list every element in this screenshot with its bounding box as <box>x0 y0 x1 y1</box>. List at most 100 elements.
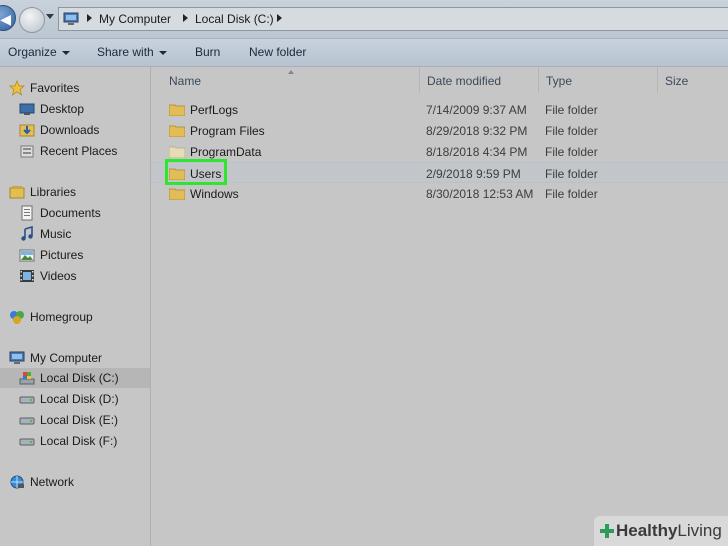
file-date: 8/18/2018 4:34 PM <box>426 145 528 159</box>
list-item[interactable]: PerfLogs 7/14/2009 9:37 AM File folder <box>151 99 728 120</box>
sidebar-item-local-disk-f[interactable]: Local Disk (F:) <box>0 431 150 451</box>
sidebar-item-label: Downloads <box>40 123 100 137</box>
file-type: File folder <box>545 103 598 117</box>
sidebar-item-label: My Computer <box>30 351 103 365</box>
plus-icon <box>600 524 614 538</box>
organize-button[interactable]: Organize <box>8 45 70 59</box>
navigation-pane: Favorites Desktop Downloads Recent Place… <box>0 67 151 546</box>
list-item[interactable]: ProgramData 8/18/2018 4:34 PM File folde… <box>151 141 728 162</box>
computer-icon <box>63 12 79 25</box>
share-with-button[interactable]: Share with <box>97 45 167 59</box>
forward-button[interactable] <box>19 7 45 33</box>
file-name: Users <box>190 167 222 181</box>
sidebar-item-label: Videos <box>40 269 77 283</box>
network-icon <box>10 475 24 489</box>
sidebar-item-my-computer[interactable]: My Computer <box>0 348 150 368</box>
sidebar-item-label: Network <box>30 475 75 489</box>
share-with-label: Share with <box>97 45 154 59</box>
command-toolbar: Organize Share with Burn New folder <box>0 39 728 67</box>
file-date: 8/30/2018 12:53 AM <box>426 187 534 201</box>
address-bar: ◀ My Computer Local Disk (C:) <box>0 0 728 39</box>
new-folder-button[interactable]: New folder <box>249 45 306 59</box>
file-name: ProgramData <box>190 145 262 159</box>
downloads-icon <box>19 124 35 137</box>
breadcrumb-my-computer[interactable]: My Computer <box>99 12 171 26</box>
file-type: File folder <box>545 187 598 201</box>
list-item-users[interactable]: Users 2/9/2018 9:59 PM File folder <box>151 159 728 185</box>
sidebar-item-label: Recent Places <box>40 144 118 158</box>
sidebar-item-favorites[interactable]: Favorites <box>0 78 150 98</box>
column-header-label: Size <box>665 74 689 88</box>
list-item[interactable]: Windows 8/30/2018 12:53 AM File folder <box>151 183 728 204</box>
back-button[interactable]: ◀ <box>0 5 16 31</box>
column-header-type[interactable]: Type <box>538 67 657 93</box>
column-header-label: Date modified <box>427 74 502 88</box>
watermark: HealthyLiving <box>594 516 728 546</box>
folder-icon <box>169 188 185 200</box>
libraries-icon <box>9 186 25 199</box>
sidebar-item-label: Documents <box>40 206 101 220</box>
sidebar-item-recent-places[interactable]: Recent Places <box>0 141 150 161</box>
star-icon <box>9 80 25 96</box>
sidebar-item-label: Local Disk (D:) <box>40 392 119 406</box>
sidebar-item-desktop[interactable]: Desktop <box>0 99 150 119</box>
column-header-date-modified[interactable]: Date modified <box>419 67 538 93</box>
homegroup-icon <box>10 311 24 324</box>
recent-pages-dropdown[interactable] <box>46 14 54 19</box>
sidebar-item-label: Local Disk (C:) <box>40 371 119 385</box>
burn-label: Burn <box>195 45 221 59</box>
sidebar-item-videos[interactable]: Videos <box>0 266 150 286</box>
recent-places-icon <box>20 145 34 158</box>
drive-icon <box>19 396 35 404</box>
file-date: 8/29/2018 9:32 PM <box>426 124 528 138</box>
videos-icon <box>20 270 34 282</box>
sidebar-item-label: Local Disk (F:) <box>40 434 118 448</box>
sidebar-item-local-disk-c[interactable]: Local Disk (C:) <box>0 368 150 388</box>
file-name: Program Files <box>190 124 265 138</box>
sidebar-item-label: Favorites <box>30 81 80 95</box>
file-date: 2/9/2018 9:59 PM <box>426 167 521 181</box>
chevron-down-icon <box>158 50 167 55</box>
breadcrumb-local-disk-c[interactable]: Local Disk (C:) <box>195 12 274 26</box>
column-header-label: Name <box>169 74 202 88</box>
file-list: Name Date modified Type Size PerfLogs 7/… <box>151 67 728 546</box>
column-header-label: Type <box>546 74 573 88</box>
sidebar-item-documents[interactable]: Documents <box>0 203 150 223</box>
column-header-name[interactable]: Name <box>161 67 419 93</box>
sidebar-item-label: Homegroup <box>30 310 93 324</box>
computer-icon <box>9 351 25 364</box>
list-item[interactable]: Program Files 8/29/2018 9:32 PM File fol… <box>151 120 728 141</box>
sidebar-item-libraries[interactable]: Libraries <box>0 182 150 202</box>
sidebar-item-local-disk-d[interactable]: Local Disk (D:) <box>0 389 150 409</box>
burn-button[interactable]: Burn <box>195 45 220 59</box>
watermark-text: HealthyLiving <box>616 521 722 540</box>
folder-icon <box>169 125 185 137</box>
sidebar-item-homegroup[interactable]: Homegroup <box>0 307 150 327</box>
sidebar-item-local-disk-e[interactable]: Local Disk (E:) <box>0 410 150 430</box>
address-field[interactable]: My Computer Local Disk (C:) <box>58 7 728 31</box>
file-type: File folder <box>545 145 598 159</box>
file-date: 7/14/2009 9:37 AM <box>426 103 527 117</box>
new-folder-label: New folder <box>249 45 307 59</box>
file-name: PerfLogs <box>190 103 239 117</box>
sidebar-item-label: Pictures <box>40 248 84 262</box>
music-icon <box>21 226 33 241</box>
breadcrumb-separator[interactable] <box>87 14 92 22</box>
sidebar-item-network[interactable]: Network <box>0 472 150 492</box>
desktop-icon <box>19 103 35 115</box>
folder-icon <box>169 104 185 116</box>
breadcrumb-separator[interactable] <box>277 14 282 22</box>
sidebar-item-label: Libraries <box>30 185 77 199</box>
column-header-size[interactable]: Size <box>657 67 728 93</box>
sidebar-item-pictures[interactable]: Pictures <box>0 245 150 265</box>
sidebar-item-label: Desktop <box>40 102 85 116</box>
folder-icon <box>169 146 185 158</box>
drive-icon <box>19 417 35 425</box>
chevron-down-icon <box>61 50 70 55</box>
sidebar-item-label: Local Disk (E:) <box>40 413 119 427</box>
sidebar-item-downloads[interactable]: Downloads <box>0 120 150 140</box>
file-type: File folder <box>545 124 598 138</box>
breadcrumb-separator[interactable] <box>183 14 188 22</box>
drive-icon <box>19 438 35 446</box>
sidebar-item-music[interactable]: Music <box>0 224 150 244</box>
